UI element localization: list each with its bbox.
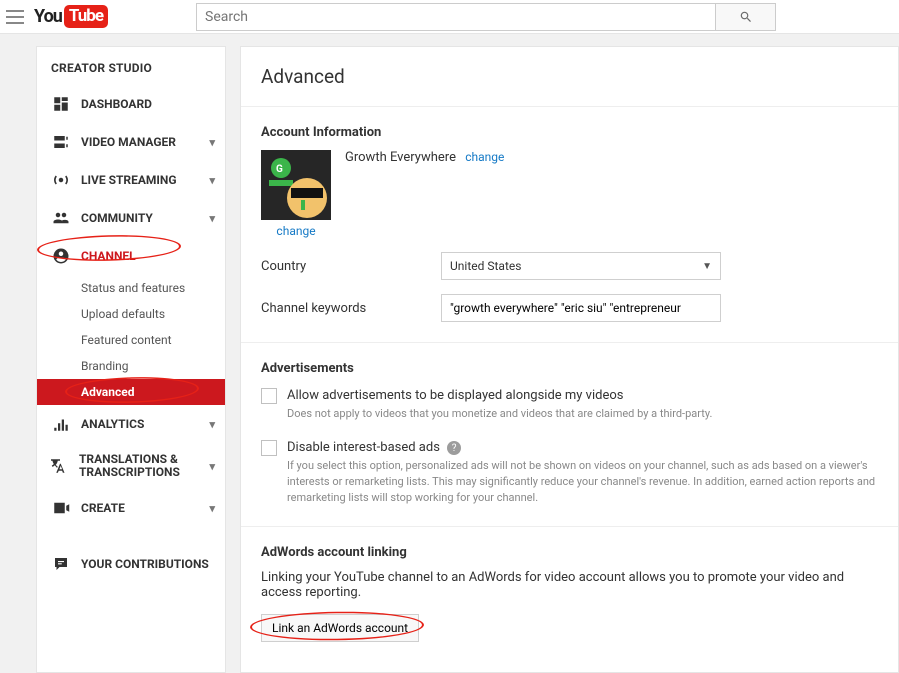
caret-down-icon: ▼ [702, 261, 712, 272]
create-icon [51, 499, 71, 517]
sidebar: CREATOR STUDIO DASHBOARD VIDEO MANAGER ▾… [36, 46, 226, 673]
search-icon [739, 10, 753, 24]
disable-interest-checkbox[interactable] [261, 440, 277, 456]
sidebar-item-dashboard[interactable]: DASHBOARD [37, 85, 225, 123]
channel-submenu: Status and features Upload defaults Feat… [37, 275, 225, 405]
adwords-desc: Linking your YouTube channel to an AdWor… [261, 570, 878, 600]
page-title: Advanced [261, 65, 878, 106]
country-select[interactable]: United States ▼ [441, 252, 721, 280]
disable-interest-label: Disable interest-based ads ? [287, 440, 461, 456]
sub-status[interactable]: Status and features [37, 275, 225, 301]
sub-advanced[interactable]: Advanced [37, 379, 225, 405]
chevron-down-icon: ▾ [209, 460, 215, 473]
keywords-input[interactable] [441, 294, 721, 322]
sidebar-item-label: YOUR CONTRIBUTIONS [81, 557, 209, 571]
section-account-title: Account Information [261, 125, 878, 140]
main-panel: Advanced Account Information G [240, 46, 899, 673]
sidebar-item-label: ANALYTICS [81, 417, 144, 431]
country-value: United States [450, 259, 521, 273]
disable-interest-hint: If you select this option, personalized … [287, 458, 878, 506]
channel-avatar[interactable]: G [261, 150, 331, 220]
avatar-change-link[interactable]: change [276, 224, 315, 238]
chevron-down-icon: ▾ [209, 136, 215, 149]
disable-interest-text: Disable interest-based ads [287, 440, 440, 455]
sub-featured[interactable]: Featured content [37, 327, 225, 353]
section-ads-title: Advertisements [261, 361, 878, 376]
allow-ads-hint: Does not apply to videos that you moneti… [287, 406, 878, 422]
video-manager-icon [51, 133, 71, 151]
chevron-down-icon: ▾ [209, 212, 215, 225]
channel-icon [51, 247, 71, 265]
logo-text-tube: Tube [64, 5, 108, 28]
name-change-link[interactable]: change [465, 150, 504, 164]
analytics-icon [51, 415, 71, 433]
sub-branding[interactable]: Branding [37, 353, 225, 379]
allow-ads-label: Allow advertisements to be displayed alo… [287, 388, 624, 403]
chevron-down-icon: ▾ [209, 502, 215, 515]
sidebar-item-label: COMMUNITY [81, 211, 153, 225]
link-adwords-button[interactable]: Link an AdWords account [261, 614, 419, 642]
menu-icon[interactable] [6, 10, 24, 24]
sidebar-item-label: CREATE [81, 501, 125, 515]
sidebar-item-analytics[interactable]: ANALYTICS ▾ [37, 405, 225, 443]
sidebar-item-label: CHANNEL [81, 249, 136, 263]
sidebar-item-label: LIVE STREAMING [81, 173, 177, 187]
section-adwords-title: AdWords account linking [261, 545, 878, 560]
svg-text:G: G [276, 164, 283, 175]
sidebar-item-community[interactable]: COMMUNITY ▾ [37, 199, 225, 237]
contributions-icon [51, 555, 71, 573]
community-icon [51, 209, 71, 227]
logo-text-you: You [34, 6, 62, 27]
live-icon [51, 171, 71, 189]
help-icon[interactable]: ? [447, 441, 461, 455]
country-label: Country [261, 259, 441, 274]
chevron-down-icon: ▾ [209, 174, 215, 187]
search-input[interactable] [196, 3, 716, 31]
sidebar-title: CREATOR STUDIO [37, 47, 225, 85]
translate-icon [51, 457, 69, 475]
chevron-down-icon: ▾ [209, 418, 215, 431]
youtube-logo[interactable]: You Tube [34, 5, 108, 28]
sidebar-item-label: TRANSLATIONS & TRANSCRIPTIONS [79, 453, 215, 479]
search-button[interactable] [716, 3, 776, 31]
sub-upload[interactable]: Upload defaults [37, 301, 225, 327]
sidebar-item-video-manager[interactable]: VIDEO MANAGER ▾ [37, 123, 225, 161]
sidebar-item-translations[interactable]: TRANSLATIONS & TRANSCRIPTIONS ▾ [37, 443, 225, 489]
channel-name: Growth Everywhere [345, 150, 456, 165]
sidebar-item-create[interactable]: CREATE ▾ [37, 489, 225, 527]
keywords-label: Channel keywords [261, 301, 441, 316]
dashboard-icon [51, 95, 71, 113]
allow-ads-checkbox[interactable] [261, 388, 277, 404]
sidebar-item-channel[interactable]: CHANNEL [37, 237, 225, 275]
sidebar-item-label: VIDEO MANAGER [81, 135, 176, 149]
sidebar-item-label: DASHBOARD [81, 97, 152, 111]
sidebar-item-contributions[interactable]: YOUR CONTRIBUTIONS [37, 545, 225, 583]
sidebar-item-live-streaming[interactable]: LIVE STREAMING ▾ [37, 161, 225, 199]
